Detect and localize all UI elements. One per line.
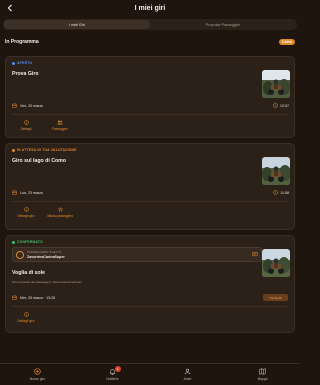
ride-thumbnail[interactable] <box>262 70 290 98</box>
clock-icon <box>273 190 279 195</box>
ride-card[interactable]: APERTO Prova Giro Ven, 20 marzo 12:07 De… <box>5 56 295 138</box>
ride-details-button[interactable]: Dettagli giro <box>9 207 43 218</box>
section-header: In Programma 3 attivi <box>5 37 295 46</box>
proposer-text: Giro proposto da passeggero: ZavorrinaCa… <box>12 280 83 284</box>
nav-label: Amici <box>183 377 192 381</box>
nav-label: Notifiche <box>106 377 119 381</box>
details-button[interactable]: Dettagli <box>9 120 43 131</box>
status-dot <box>12 61 15 65</box>
nav-notifications[interactable]: 1 Notifiche <box>88 366 138 381</box>
nav-friends[interactable]: Amici <box>163 368 213 381</box>
ride-date: Mer, 25 marzo · 13:28 <box>20 295 56 300</box>
status-label: APERTO <box>17 61 33 65</box>
nav-label: Mappa <box>257 377 268 381</box>
nav-map[interactable]: Mappa <box>238 368 288 381</box>
status-dot <box>12 240 15 244</box>
user-icon <box>184 368 191 375</box>
tab-my-rides[interactable]: I miei Giri <box>4 20 150 29</box>
divider <box>12 201 288 202</box>
info-icon <box>23 120 29 125</box>
details-label: Dettagli <box>20 127 32 131</box>
calendar-icon <box>12 190 17 195</box>
ride-card[interactable]: CONFERMATO PASSEGGERO SCELTO ZavorrinaCa… <box>5 235 295 333</box>
avatar <box>16 251 24 259</box>
ride-time: 12:07 <box>280 103 289 108</box>
segmented-tabs: I miei Giri Proposte Passeggeri <box>3 19 297 30</box>
motorcycle-photo-image <box>262 157 290 185</box>
calendar-icon <box>12 103 17 108</box>
nav-new-ride[interactable]: Nuovo giro <box>13 368 63 381</box>
people-icon <box>57 120 63 125</box>
ride-time: 11:58 <box>280 190 289 195</box>
ride-title: Prova Giro <box>12 71 39 77</box>
tab-passenger-proposals[interactable]: Proposte Passeggeri <box>150 20 296 29</box>
passengers-label: Passeggeri <box>52 127 68 131</box>
motorcycle-photo-image <box>262 70 290 98</box>
status-badge: APERTO <box>12 61 32 65</box>
notification-count-badge: 1 <box>114 366 121 372</box>
back-button[interactable] <box>4 2 16 14</box>
section-title: In Programma <box>5 38 39 45</box>
ride-date: Lun, 23 marzo <box>20 190 43 195</box>
add-circle-icon <box>34 368 41 375</box>
status-badge: CONFERMATO <box>12 240 43 244</box>
passengers-button[interactable]: Passeggeri <box>43 120 77 131</box>
passenger-name: ZavorrinaCarinaSuper <box>27 255 65 259</box>
ride-title: Giro sul lago di Como <box>12 158 66 164</box>
page-title: I miei giri <box>134 5 166 12</box>
passenger-label: PASSEGGERO SCELTO <box>27 250 62 254</box>
info-icon <box>23 207 29 212</box>
motorcycle-photo-image <box>262 249 290 277</box>
clock-icon <box>273 103 278 108</box>
status-dot <box>12 148 15 152</box>
date-row: Ven, 20 marzo 12:07 <box>12 101 289 110</box>
ride-thumbnail[interactable] <box>262 249 290 277</box>
time-remaining-badge: Tra 5g 1h <box>263 294 288 301</box>
app-header: I miei giri <box>0 0 300 17</box>
date-row: Lun, 23 marzo 11:58 <box>12 188 289 197</box>
status-badge: IN ATTESA DI TUA VALUTAZIONE <box>12 148 77 152</box>
rate-passenger-label: Valuta passeggero <box>46 214 74 218</box>
chosen-passenger-box[interactable]: PASSEGGERO SCELTO ZavorrinaCarinaSuper <box>12 247 262 262</box>
message-icon[interactable] <box>252 252 258 257</box>
date-row: Mer, 25 marzo · 13:28 <box>12 293 289 302</box>
status-label: CONFERMATO <box>17 240 43 244</box>
ride-details-label: Dettagli giro <box>17 319 35 323</box>
calendar-icon <box>12 295 17 300</box>
ride-thumbnail[interactable] <box>262 157 290 185</box>
map-icon <box>259 368 266 375</box>
divider <box>12 306 288 307</box>
divider <box>12 114 288 115</box>
rate-passenger-button[interactable]: Valuta passeggero <box>43 207 77 218</box>
active-count-badge: 3 attivi <box>278 38 295 45</box>
ride-title: Voglia di sole <box>12 270 46 276</box>
info-icon <box>23 312 29 317</box>
nav-label: Nuovo giro <box>29 377 46 381</box>
ride-details-button[interactable]: Dettagli giro <box>9 312 43 323</box>
status-label: IN ATTESA DI TUA VALUTAZIONE <box>17 148 77 152</box>
ride-date: Ven, 20 marzo <box>20 103 44 108</box>
chevron-left-icon <box>7 4 12 12</box>
bottom-navigation: Nuovo giro 1 Notifiche Amici Mappa <box>0 363 300 385</box>
star-icon <box>57 207 63 212</box>
ride-card[interactable]: IN ATTESA DI TUA VALUTAZIONE Giro sul la… <box>5 143 295 230</box>
ride-details-label: Dettagli giro <box>17 214 35 218</box>
